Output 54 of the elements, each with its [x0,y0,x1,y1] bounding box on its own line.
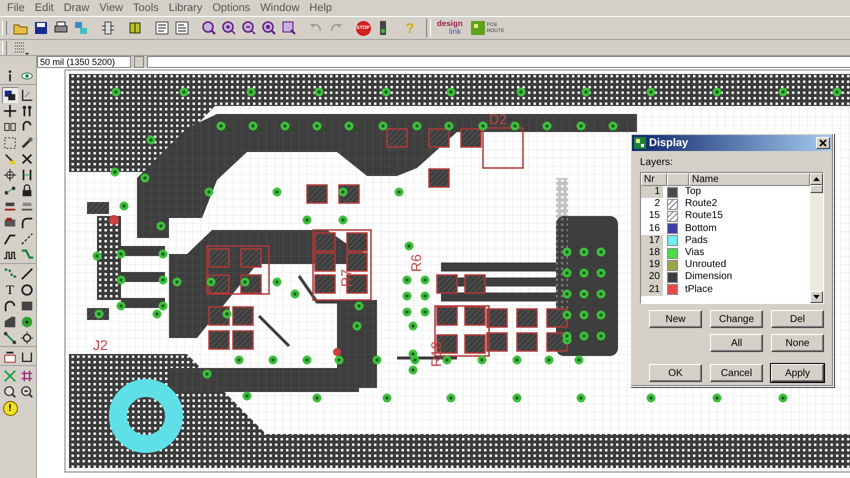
component-label: D2 [489,111,507,127]
menu-item[interactable]: Window [255,2,304,14]
component-label: J2 [93,337,108,353]
dialog-button[interactable]: Del [771,310,824,328]
layer-name: Vias [684,246,706,260]
dialog-button[interactable]: All [710,334,763,352]
layer-name: Unrouted [684,259,728,272]
design-link-logo[interactable]: design link [437,20,463,36]
menu-item[interactable]: View [94,2,128,14]
component-label: R6 [408,254,424,272]
layer-row[interactable]: 16 Bottom [641,222,810,235]
layer-number: 20 [641,271,663,284]
layer-name: Route2 [684,198,718,210]
dialog-button[interactable]: OK [649,364,702,382]
layers-label: Layers: [640,157,674,168]
menu-item[interactable]: Edit [30,2,59,14]
column-header[interactable]: Name [689,173,810,186]
column-header[interactable]: Nr [641,173,667,186]
layer-row[interactable]: 2 Route2 [641,198,810,210]
layer-number: 21 [641,284,663,296]
dialog-title: Display [649,137,690,149]
layer-row[interactable]: 21 tPlace [641,284,810,296]
layer-row[interactable]: 1 Top [641,186,810,198]
layer-name: Dimension [684,271,734,284]
layer-number: 17 [641,234,663,247]
error-tool[interactable]: ! [2,400,18,416]
dialog-button[interactable]: New [649,310,702,328]
component-label: R7 [338,269,354,287]
layer-row[interactable]: 17 Pads [641,234,810,247]
dialog-button[interactable]: Apply [771,364,824,382]
dialog-button[interactable]: None [771,334,824,352]
menu-item[interactable]: Help [304,2,338,14]
menu-item[interactable]: Options [207,2,256,14]
layer-name: Top [684,186,702,198]
layer-name: Pads [684,234,709,247]
coordinate-display: 50 mil (1350 5200) [37,56,131,68]
layer-number: 19 [641,259,663,272]
layer-name: tPlace [684,284,714,296]
menu-item[interactable]: Draw [58,2,94,14]
layer-row[interactable]: 19 Unrouted [641,259,810,272]
layer-row[interactable]: 20 Dimension [641,271,810,284]
layer-number: 1 [641,186,663,198]
layer-row[interactable]: 15 Route15 [641,210,810,223]
layer-row[interactable]: 18 Vias [641,246,810,260]
dialog-button[interactable]: Cancel [710,364,763,382]
layer-name: Route15 [684,210,724,223]
menu-item[interactable]: File [2,2,30,14]
component-label: R18 [428,341,444,367]
text-tool[interactable]: T [2,282,18,298]
layer-name: Bottom [684,222,718,235]
menu-item[interactable]: Tools [128,2,164,14]
layer-number: 18 [641,246,663,260]
dialog-button[interactable]: Change [710,310,763,328]
menu-item[interactable]: Library [164,2,208,14]
